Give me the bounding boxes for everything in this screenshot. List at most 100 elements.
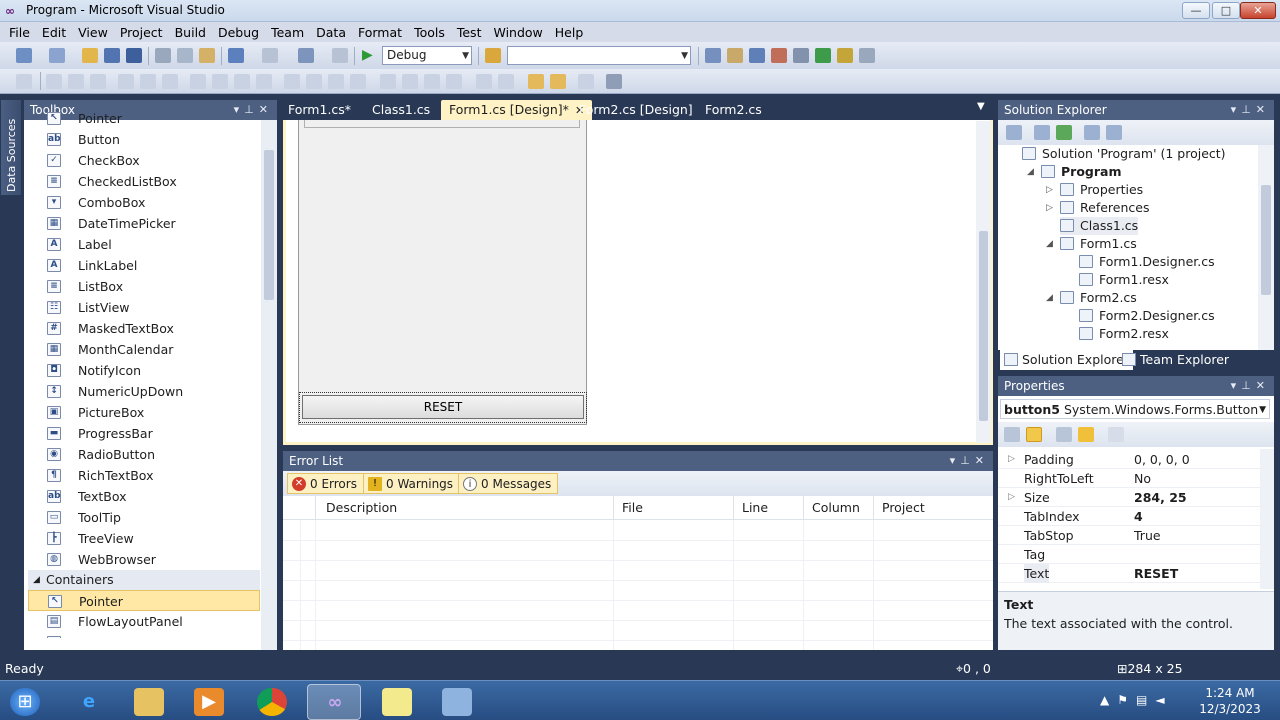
- pin-icon[interactable]: ⊥: [960, 454, 975, 467]
- toolbox-item-picturebox[interactable]: ▣ PictureBox: [28, 402, 260, 423]
- project-column[interactable]: Project: [873, 496, 993, 520]
- action-center-icon[interactable]: ⚑: [1117, 693, 1136, 707]
- toolbox-item-checkedlistbox[interactable]: ≡ CheckedListBox: [28, 171, 260, 192]
- save-icon[interactable]: [104, 48, 120, 63]
- messages-filter-button[interactable]: i0 Messages: [458, 473, 559, 494]
- bring-to-front-icon[interactable]: [528, 74, 544, 89]
- taskbar-chrome[interactable]: [245, 684, 299, 720]
- property-row-tabindex[interactable]: TabIndex 4: [998, 507, 1260, 526]
- view-code-icon[interactable]: [1084, 125, 1100, 140]
- menu-edit[interactable]: Edit: [36, 23, 72, 42]
- toolbox-item-pointer[interactable]: ↖ Pointer: [28, 590, 260, 611]
- reset-button[interactable]: RESET: [302, 395, 584, 419]
- expand-triangle-icon[interactable]: ◢: [1046, 239, 1053, 249]
- navigate-forward-icon[interactable]: [332, 48, 348, 63]
- solution-tree-item[interactable]: Solution 'Program' (1 project): [1022, 145, 1226, 163]
- form-surface[interactable]: [298, 120, 587, 425]
- expand-icon[interactable]: ▷: [1008, 488, 1015, 507]
- errors-filter-button[interactable]: ✕ 0 Errors: [287, 473, 364, 494]
- toolbox-item-radiobutton[interactable]: ◉ RadioButton: [28, 444, 260, 465]
- solution-tree-item[interactable]: Class1.cs: [1060, 217, 1139, 235]
- file-column[interactable]: File: [613, 496, 733, 520]
- properties-icon[interactable]: [1006, 125, 1022, 140]
- toolbox-item-maskedtextbox[interactable]: # MaskedTextBox: [28, 318, 260, 339]
- toolbox-item-button[interactable]: ab Button: [28, 129, 260, 150]
- property-row-text[interactable]: Text RESET: [998, 564, 1260, 583]
- toolbox-item-linklabel[interactable]: A LinkLabel: [28, 255, 260, 276]
- menu-data[interactable]: Data: [310, 23, 352, 42]
- align-lefts-icon[interactable]: [46, 74, 62, 89]
- close-icon[interactable]: ✕: [975, 454, 989, 467]
- taskbar-internet-explorer[interactable]: e: [62, 684, 116, 720]
- solution-tree-item[interactable]: Form2.resx: [1079, 325, 1169, 343]
- panel-menu-icon[interactable]: ▾: [950, 454, 961, 467]
- tab-class1-cs[interactable]: Class1.cs: [364, 100, 438, 120]
- property-row-righttoleft[interactable]: RightToLeft No: [998, 469, 1260, 488]
- menu-test[interactable]: Test: [451, 23, 488, 42]
- categorized-icon[interactable]: [1004, 427, 1020, 442]
- toolbox-item-combobox[interactable]: ▾ ComboBox: [28, 192, 260, 213]
- property-value[interactable]: 4: [1134, 507, 1143, 526]
- minimize-button[interactable]: —: [1182, 2, 1210, 19]
- new-project-icon[interactable]: [16, 48, 32, 63]
- save-all-icon[interactable]: [126, 48, 142, 63]
- toolbox-item-label[interactable]: A Label: [28, 234, 260, 255]
- show-all-files-icon[interactable]: [1034, 125, 1050, 140]
- pin-icon[interactable]: ⊥: [1241, 379, 1256, 392]
- menu-team[interactable]: Team: [265, 23, 310, 42]
- solution-explorer-icon[interactable]: [705, 48, 721, 63]
- align-tops-icon[interactable]: [118, 74, 134, 89]
- form-control-edge[interactable]: [304, 120, 580, 128]
- object-browser-icon[interactable]: [749, 48, 765, 63]
- center-horizontally-icon[interactable]: [476, 74, 492, 89]
- make-same-width-icon[interactable]: [190, 74, 206, 89]
- toolbox-item-datetimepicker[interactable]: ▦ DateTimePicker: [28, 213, 260, 234]
- align-centers-icon[interactable]: [68, 74, 84, 89]
- taskbar-sticky-notes[interactable]: [370, 684, 424, 720]
- decrease-horizontal-spacing-icon[interactable]: [328, 74, 344, 89]
- navigate-backward-icon[interactable]: [298, 48, 314, 63]
- command-window-icon[interactable]: [837, 48, 853, 63]
- menu-view[interactable]: View: [72, 23, 114, 42]
- panel-menu-icon[interactable]: ▾: [1231, 103, 1242, 116]
- property-row-tag[interactable]: Tag: [998, 545, 1260, 564]
- menu-tools[interactable]: Tools: [408, 23, 451, 42]
- toolbox-icon[interactable]: [771, 48, 787, 63]
- tab-form1-design[interactable]: Form1.cs [Design]* ✕: [441, 100, 593, 120]
- make-same-size-icon[interactable]: [234, 74, 250, 89]
- expand-triangle-icon[interactable]: ◢: [1027, 167, 1034, 177]
- solution-tree-item[interactable]: Form1.Designer.cs: [1079, 253, 1215, 271]
- decrease-vertical-spacing-icon[interactable]: [424, 74, 440, 89]
- taskbar-network-app[interactable]: [430, 684, 484, 720]
- line-column[interactable]: Line: [733, 496, 803, 520]
- column-column[interactable]: Column: [803, 496, 873, 520]
- other-windows-icon[interactable]: [859, 48, 875, 63]
- align-to-grid-icon[interactable]: [16, 74, 32, 89]
- class-diagram-icon[interactable]: [1106, 125, 1122, 140]
- property-row-size[interactable]: ▷ Size 284, 25: [998, 488, 1260, 507]
- cut-icon[interactable]: [155, 48, 171, 63]
- toolbox-item-progressbar[interactable]: ▬ ProgressBar: [28, 423, 260, 444]
- property-value[interactable]: True: [1134, 526, 1161, 545]
- tray-expand-icon[interactable]: ▲: [1100, 693, 1117, 707]
- menu-debug[interactable]: Debug: [212, 23, 265, 42]
- menu-window[interactable]: Window: [487, 23, 548, 42]
- close-button[interactable]: ✕: [1240, 2, 1276, 19]
- start-page-icon[interactable]: [815, 48, 831, 63]
- toolbox-item-richtextbox[interactable]: ¶ RichTextBox: [28, 465, 260, 486]
- add-item-icon[interactable]: [49, 48, 65, 63]
- start-button[interactable]: ⊞: [2, 684, 48, 720]
- extension-manager-icon[interactable]: [793, 48, 809, 63]
- solution-tree-item[interactable]: Form2.Designer.cs: [1079, 307, 1215, 325]
- designer-scrollbar[interactable]: [976, 121, 991, 443]
- object-selector[interactable]: button5 System.Windows.Forms.Button ▼: [1000, 399, 1270, 419]
- data-sources-tab[interactable]: Data Sources: [1, 100, 21, 195]
- toolbox-item-numericupdown[interactable]: ↕ NumericUpDown: [28, 381, 260, 402]
- property-pages-icon[interactable]: [1108, 427, 1124, 442]
- solution-tree-item[interactable]: Form2.cs: [1060, 289, 1137, 307]
- undo-icon[interactable]: [228, 48, 244, 63]
- size-to-grid-icon[interactable]: [256, 74, 272, 89]
- copy-icon[interactable]: [177, 48, 193, 63]
- menu-help[interactable]: Help: [549, 23, 590, 42]
- tab-form2-design[interactable]: Form2.cs [Design]: [571, 100, 701, 120]
